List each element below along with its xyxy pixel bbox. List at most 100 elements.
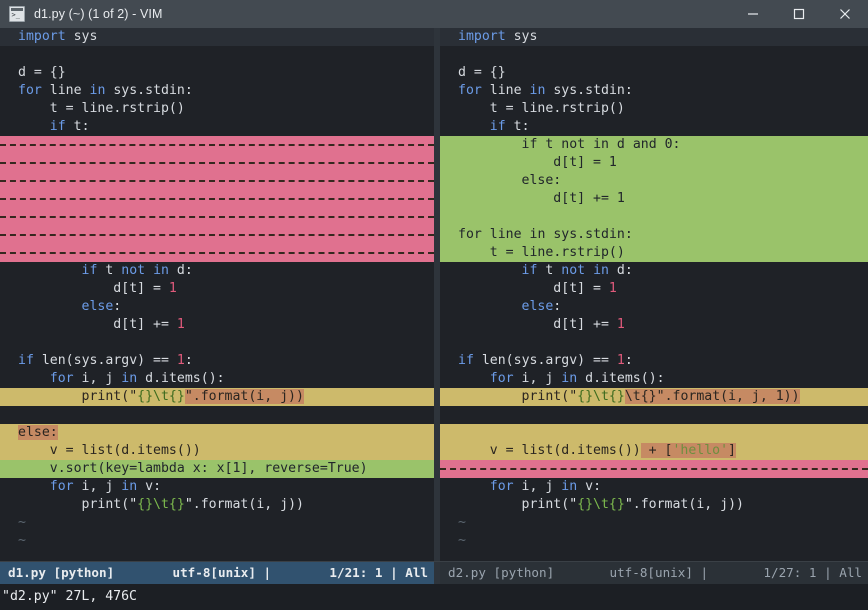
code-line-text: else:: [0, 425, 58, 440]
code-line[interactable]: [0, 226, 434, 244]
code-line[interactable]: else:: [440, 298, 868, 316]
code-line[interactable]: if t not in d:: [440, 262, 868, 280]
code-line-text: t = line.rstrip(): [49, 101, 185, 116]
code-line[interactable]: if t:: [0, 118, 434, 136]
code-line[interactable]: [0, 406, 434, 424]
code-line[interactable]: [0, 136, 434, 154]
vim-command-line[interactable]: "d2.py" 27L, 476C: [0, 584, 868, 610]
status-line-left: d1.py [python] utf-8[unix] | 1/21: 1 | A…: [0, 562, 434, 584]
code-line-text: d = {}: [18, 65, 66, 80]
code-line-text: d[t] += 1: [113, 317, 185, 332]
empty-line-markers-right: ~ ~: [440, 514, 868, 550]
code-line[interactable]: [0, 334, 434, 352]
code-line[interactable]: d[t] += 1: [0, 316, 434, 334]
code-line[interactable]: d = {}: [440, 64, 868, 82]
code-line[interactable]: [440, 208, 868, 226]
code-line-text: else:: [521, 173, 562, 188]
terminal-icon: [9, 6, 25, 22]
code-line[interactable]: print("{}\t{}\t{}".format(i, j, 1)): [440, 388, 868, 406]
code-line-text: v = list(d.items()): [49, 443, 201, 458]
code-line[interactable]: else:: [440, 172, 868, 190]
code-line[interactable]: v.sort(key=lambda x: x[1], reverse=True): [0, 460, 434, 478]
code-lines-left[interactable]: import sys d = {} for line in sys.stdin: t…: [0, 28, 434, 514]
code-line-text: v = list(d.items()) + ['hello']: [489, 443, 736, 458]
window-controls: [730, 0, 868, 28]
code-line[interactable]: [0, 46, 434, 64]
code-line-text: import sys: [458, 29, 538, 44]
diff-filler-line: [0, 137, 18, 152]
code-line[interactable]: d[t] = 1: [0, 280, 434, 298]
code-line[interactable]: for i, j in d.items():: [0, 370, 434, 388]
minimize-button[interactable]: [730, 0, 776, 28]
code-line[interactable]: d[t] += 1: [440, 190, 868, 208]
code-line[interactable]: [0, 244, 434, 262]
code-line[interactable]: d = {}: [0, 64, 434, 82]
code-line[interactable]: import sys: [0, 28, 434, 46]
code-line[interactable]: t = line.rstrip(): [0, 100, 434, 118]
code-line-text: if t not in d:: [521, 263, 633, 278]
code-line-text: import sys: [18, 29, 98, 44]
code-line[interactable]: if t not in d:: [0, 262, 434, 280]
code-line[interactable]: t = line.rstrip(): [440, 244, 868, 262]
diff-filler-line: [0, 191, 18, 206]
code-line[interactable]: for i, j in v:: [440, 478, 868, 496]
code-line[interactable]: else:: [0, 424, 434, 442]
status-right-encoding: utf-8[unix] |: [609, 565, 709, 580]
code-line[interactable]: import sys: [440, 28, 868, 46]
code-line[interactable]: d[t] = 1: [440, 154, 868, 172]
code-line[interactable]: d[t] += 1: [440, 316, 868, 334]
status-right-file: d2.py [python]: [448, 565, 555, 580]
code-line[interactable]: print("{}\t{}".format(i, j)): [0, 496, 434, 514]
code-line[interactable]: t = line.rstrip(): [440, 100, 868, 118]
code-line[interactable]: for line in sys.stdin:: [440, 226, 868, 244]
code-line-text: print("{}\t{}\t{}".format(i, j, 1)): [521, 389, 800, 404]
code-line[interactable]: [440, 46, 868, 64]
code-line[interactable]: [0, 208, 434, 226]
code-line[interactable]: for line in sys.stdin:: [440, 82, 868, 100]
code-line-text: for i, j in v:: [489, 479, 602, 494]
status-left-scroll: All: [405, 565, 429, 580]
pane-right-d2[interactable]: import sys d = {} for line in sys.stdin: t…: [440, 28, 868, 561]
code-lines-right[interactable]: import sys d = {} for line in sys.stdin: t…: [440, 28, 868, 514]
code-line-text: d[t] = 1: [553, 281, 617, 296]
code-line-text: print("{}\t{}".format(i, j)): [81, 497, 304, 512]
code-line[interactable]: for i, j in v:: [0, 478, 434, 496]
code-line[interactable]: d[t] = 1: [440, 280, 868, 298]
diff-filler-line: [0, 245, 18, 260]
diff-text-span: ".format(i, j)): [184, 389, 304, 404]
code-line[interactable]: else:: [0, 298, 434, 316]
code-line[interactable]: v = list(d.items()): [0, 442, 434, 460]
code-line[interactable]: v = list(d.items()) + ['hello']: [440, 442, 868, 460]
maximize-button[interactable]: [776, 0, 822, 28]
code-line[interactable]: for line in sys.stdin:: [0, 82, 434, 100]
diff-filler-line: [0, 227, 18, 242]
code-line[interactable]: [440, 460, 868, 478]
code-line-text: if t not in d and 0:: [521, 137, 681, 152]
code-line[interactable]: [440, 406, 868, 424]
tilde-marker: ~: [458, 533, 466, 548]
code-line[interactable]: [440, 334, 868, 352]
code-line[interactable]: if t:: [440, 118, 868, 136]
code-line-text: if len(sys.argv) == 1:: [18, 353, 193, 368]
pane-left-d1[interactable]: import sys d = {} for line in sys.stdin: t…: [0, 28, 434, 561]
tilde-marker: ~: [18, 515, 26, 530]
code-line[interactable]: if t not in d and 0:: [440, 136, 868, 154]
code-line-text: for line in sys.stdin:: [18, 83, 193, 98]
code-line[interactable]: if len(sys.argv) == 1:: [0, 352, 434, 370]
code-line[interactable]: [440, 424, 868, 442]
code-line[interactable]: [0, 172, 434, 190]
code-line-text: v.sort(key=lambda x: x[1], reverse=True): [49, 461, 368, 476]
code-line[interactable]: if len(sys.argv) == 1:: [440, 352, 868, 370]
code-line-text: d[t] += 1: [553, 317, 625, 332]
code-line[interactable]: print("{}\t{}".format(i, j)): [0, 388, 434, 406]
close-button[interactable]: [822, 0, 868, 28]
code-line[interactable]: [0, 154, 434, 172]
code-line-text: if len(sys.argv) == 1:: [458, 353, 633, 368]
code-line-text: d[t] += 1: [553, 191, 625, 206]
code-line[interactable]: for i, j in d.items():: [440, 370, 868, 388]
code-line[interactable]: print("{}\t{}".format(i, j)): [440, 496, 868, 514]
code-line[interactable]: [0, 190, 434, 208]
